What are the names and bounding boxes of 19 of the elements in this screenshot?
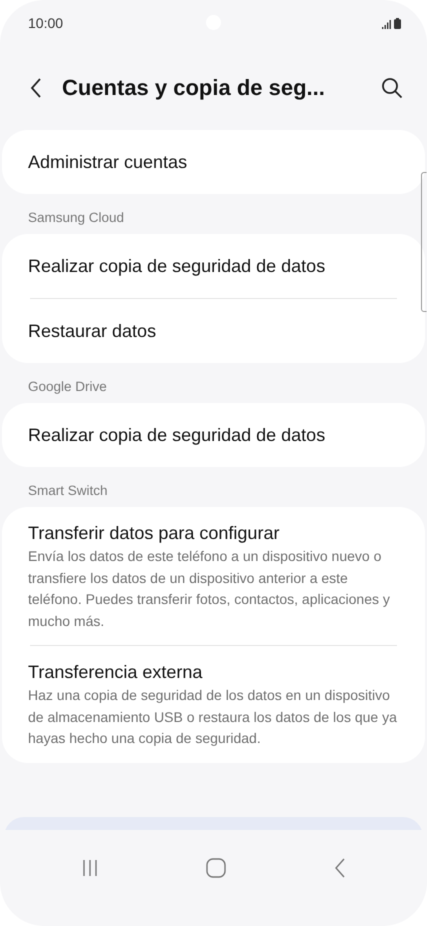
section-header: Google Drive	[27, 378, 108, 396]
setting-item[interactable]: Realizar copia de seguridad de datos	[28, 424, 399, 446]
recent-apps-icon[interactable]	[80, 859, 99, 877]
setting-item[interactable]: Transferir datos para configurar	[28, 523, 399, 544]
setting-description: Haz una copia de seguridad de los datos en un dispositivo de almacenamiento USB o restaura los datos de los que ya hayas hecho una copia de seguridad.	[28, 686, 398, 748]
setting-description: Envía los datos de este teléfono a un dispositivo nuevo o transfiere los datos de un dispositivo anterior a este teléfono. Puedes transferir fotos, contactos, aplicaciones y mucho más.	[28, 547, 391, 630]
setting-item[interactable]: Administrar cuentas	[28, 152, 399, 172]
section-header: Smart Switch	[27, 482, 109, 500]
signal-icon	[382, 20, 391, 28]
setting-item[interactable]: Realizar copia de seguridad de datos	[28, 256, 399, 276]
setting-item[interactable]: Restaurar datos	[28, 320, 399, 342]
section-header: Samsung Cloud	[27, 209, 126, 227]
search-icon[interactable]	[381, 77, 403, 99]
battery-icon	[394, 18, 401, 28]
setting-item[interactable]: Transferencia externa	[28, 662, 399, 683]
page-title: Cuentas y copia de seg...	[62, 75, 326, 101]
home-icon[interactable]	[206, 858, 226, 878]
status-time: 10:00	[28, 15, 64, 31]
back-icon[interactable]	[30, 78, 42, 98]
